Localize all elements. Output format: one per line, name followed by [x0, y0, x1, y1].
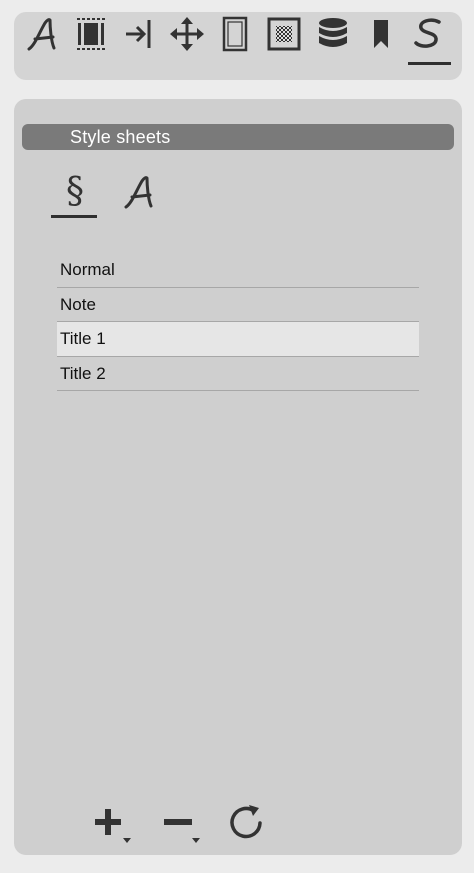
active-tab-indicator [51, 215, 97, 218]
style-item-normal[interactable]: Normal [57, 253, 419, 288]
character-style-icon[interactable] [24, 14, 64, 54]
active-tool-indicator [408, 62, 451, 65]
database-icon[interactable] [313, 14, 353, 54]
bookmark-icon[interactable] [361, 14, 401, 54]
style-item-title-1[interactable]: Title 1 [57, 322, 419, 357]
paragraph-styles-icon: § [66, 171, 84, 212]
move-arrows-icon[interactable] [167, 14, 207, 54]
character-styles-icon [124, 176, 153, 209]
paragraph-styles-tab[interactable]: § [50, 168, 100, 216]
style-list: Normal Note Title 1 Title 2 [57, 253, 419, 391]
style-sheets-icon[interactable] [409, 14, 449, 54]
character-styles-tab[interactable] [116, 168, 166, 216]
panel-title: Style sheets [22, 124, 454, 150]
paragraph-frame-icon[interactable] [71, 14, 111, 54]
remove-style-button[interactable] [160, 800, 204, 844]
remove-icon [164, 819, 200, 843]
tab-stop-icon[interactable] [118, 14, 158, 54]
refresh-icon [230, 805, 262, 839]
page-frame-icon[interactable] [215, 14, 255, 54]
style-item-title-2[interactable]: Title 2 [57, 357, 419, 391]
refresh-button[interactable] [225, 800, 269, 844]
style-item-note[interactable]: Note [57, 288, 419, 322]
add-style-button[interactable] [90, 800, 134, 844]
pattern-fill-icon[interactable] [264, 14, 304, 54]
add-icon [95, 809, 131, 843]
